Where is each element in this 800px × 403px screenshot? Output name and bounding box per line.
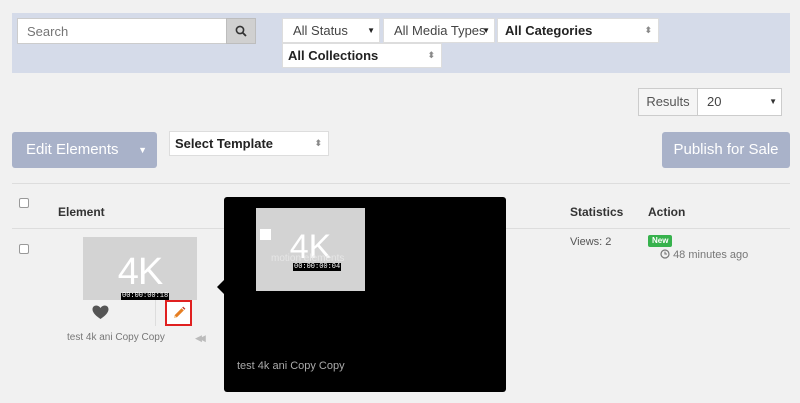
edit-button[interactable] [165,300,192,326]
search-button[interactable] [226,18,256,44]
eye-icon: ◀◀ [195,333,206,343]
collections-select-label: All Collections [288,48,379,63]
results-per-page[interactable]: Results 20 ▼ [638,88,782,116]
row-checkbox[interactable] [19,244,29,254]
popup-duration-badge: 00:00:00:04 [293,263,342,271]
views-count: Views: 2 [570,236,612,248]
caret-down-icon: ▼ [482,26,490,35]
caret-down-icon: ▼ [138,145,147,155]
edit-elements-button[interactable]: Edit Elements ▼ [12,132,157,168]
element-column-header: Element [58,205,105,219]
categories-select-label: All Categories [505,23,593,38]
duration-badge: 00:00:00:18 [121,292,170,300]
popup-title: test 4k ani Copy Copy [237,360,345,372]
pencil-icon [173,306,185,318]
element-thumbnail[interactable]: 4K 00:00:00:18 [83,237,197,300]
element-name[interactable]: test 4k ani Copy Copy [67,332,165,343]
template-select-label: Select Template [175,136,274,151]
media-types-select[interactable]: All Media Types ▼ [383,18,495,43]
sort-arrows-icon: ⬍ [314,138,322,148]
caret-down-icon: ▼ [367,26,375,35]
status-select-label: All Status [293,23,348,38]
select-all-checkbox[interactable] [19,198,29,208]
statistics-column-header: Statistics [570,205,624,219]
updated-time-label: 48 minutes ago [673,249,749,261]
divider [12,183,790,184]
template-select[interactable]: Select Template ⬍ [169,131,329,156]
results-label: Results [639,89,698,115]
caret-down-icon: ▼ [769,97,777,106]
search-icon [235,25,247,37]
publish-button[interactable]: Publish for Sale [662,132,790,168]
divider [155,300,156,326]
heart-icon[interactable] [92,305,109,320]
search-input[interactable] [17,18,227,44]
sort-arrows-icon: ⬍ [427,50,435,60]
status-select[interactable]: All Status ▼ [282,18,380,43]
clock-icon [660,249,670,259]
sort-arrows-icon: ⬍ [644,25,652,35]
updated-time: 48 minutes ago [660,249,748,261]
popup-thumbnail: 4K motion elements 00:00:00:04 [256,208,365,291]
action-column-header: Action [648,205,686,219]
collections-select[interactable]: All Collections ⬍ [282,43,442,68]
preview-popup: 4K motion elements 00:00:00:04 test 4k a… [224,197,506,392]
edit-elements-label: Edit Elements [26,141,119,158]
thumbnail-text: 4K [117,251,163,293]
media-types-select-label: All Media Types [394,23,486,38]
categories-select[interactable]: All Categories ⬍ [497,18,659,43]
results-value: 20 [707,94,722,109]
page: All Status ▼ All Media Types ▼ All Categ… [0,0,800,403]
status-badge: New [648,235,673,247]
